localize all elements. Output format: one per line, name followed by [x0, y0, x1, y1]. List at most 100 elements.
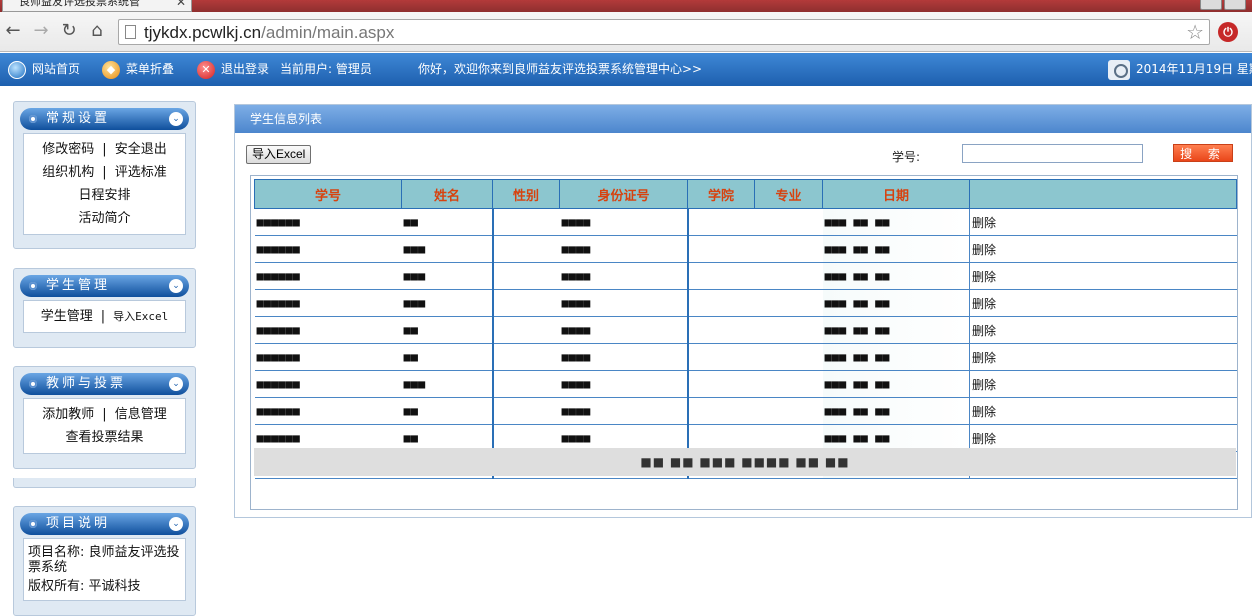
- cell-id: ■■■■■■: [254, 289, 402, 317]
- cell-idno: ■■■■: [559, 370, 689, 398]
- general-settings-panel: 常规设置 ⌄ 修改密码 | 安全退出 组织机构 | 评选标准 日程安排 活动简介: [13, 101, 196, 249]
- cell-major: [754, 235, 823, 263]
- org-link[interactable]: 组织机构: [42, 165, 94, 180]
- cell-idno: ■■■■: [559, 262, 689, 290]
- delete-link[interactable]: 删除: [969, 208, 1237, 236]
- table-row: ■■■■■■ ■■ ■■■■ ■■■ ■■ ■■ 删除: [254, 343, 1237, 371]
- close-tab-icon[interactable]: ✕: [176, 0, 186, 11]
- page-icon: [125, 25, 136, 39]
- delete-link[interactable]: 删除: [969, 316, 1237, 344]
- cell-date: ■■■ ■■ ■■: [822, 262, 970, 290]
- schedule-link[interactable]: 日程安排: [78, 188, 130, 203]
- cell-gender: [492, 262, 560, 290]
- cell-college: [687, 235, 755, 263]
- extension-power-icon[interactable]: ⏻: [1218, 22, 1238, 42]
- cell-id: ■■■■■■: [254, 262, 402, 290]
- pagination-bar: ■■ ■■ ■■■ ■■■■ ■■ ■■: [254, 448, 1236, 476]
- date-text: 2014年11月19日 星期: [1136, 62, 1252, 76]
- cell-major: [754, 208, 823, 236]
- col-header-gender: 性别: [492, 179, 560, 209]
- bookmark-star-icon[interactable]: ☆: [1186, 20, 1204, 44]
- cell-idno: ■■■■: [559, 208, 689, 236]
- collapse-chevron-icon[interactable]: ⌄: [169, 279, 183, 293]
- cell-id: ■■■■■■: [254, 235, 402, 263]
- browser-tab[interactable]: 良师益友评选投票系统管 ✕: [2, 0, 192, 12]
- cell-date: ■■■ ■■ ■■: [822, 316, 970, 344]
- delete-link[interactable]: 删除: [969, 397, 1237, 425]
- delete-link[interactable]: 删除: [969, 262, 1237, 290]
- cell-idno: ■■■■: [559, 316, 689, 344]
- cell-college: [687, 316, 755, 344]
- window-controls: [1200, 0, 1246, 10]
- delete-link[interactable]: 删除: [969, 370, 1237, 398]
- cell-id: ■■■■■■: [254, 343, 402, 371]
- import-excel-link[interactable]: 导入Excel: [113, 310, 168, 323]
- general-settings-header[interactable]: 常规设置 ⌄: [20, 108, 189, 130]
- col-header-college: 学院: [687, 179, 755, 209]
- delete-link[interactable]: 删除: [969, 235, 1237, 263]
- col-header-id-number: 身份证号: [559, 179, 688, 209]
- url-text[interactable]: tjykdx.pcwlkj.cn/admin/main.aspx: [144, 23, 394, 43]
- teachers-voting-title: 教师与投票: [46, 376, 127, 391]
- table-row: ■■■■■■ ■■ ■■■■ ■■■ ■■ ■■ 删除: [254, 208, 1237, 236]
- cell-id: ■■■■■■: [254, 208, 402, 236]
- general-settings-title: 常规设置: [46, 111, 111, 126]
- cell-gender: [492, 316, 560, 344]
- cell-gender: [492, 370, 560, 398]
- cell-idno: ■■■■: [559, 289, 689, 317]
- browser-toolbar: ← → ↻ ⌂ tjykdx.pcwlkj.cn/admin/main.aspx…: [0, 12, 1252, 52]
- cell-major: [754, 343, 823, 371]
- student-manage-link[interactable]: 学生管理: [41, 309, 93, 324]
- info-manage-link[interactable]: 信息管理: [115, 407, 167, 422]
- cell-name: ■■: [401, 397, 494, 425]
- teachers-voting-header[interactable]: 教师与投票 ⌄: [20, 373, 189, 395]
- logout-label: 退出登录: [221, 62, 270, 76]
- forward-arrow-icon[interactable]: →: [30, 20, 52, 42]
- criteria-link[interactable]: 评选标准: [115, 165, 167, 180]
- project-name-text: 项目名称: 良师益友评选投票系统: [28, 545, 180, 575]
- delete-link[interactable]: 删除: [969, 343, 1237, 371]
- search-button[interactable]: 搜 索: [1173, 144, 1233, 162]
- collapse-chevron-icon[interactable]: ⌄: [169, 517, 183, 531]
- student-management-header[interactable]: 学生管理 ⌄: [20, 275, 189, 297]
- sidebar-spacer: [13, 478, 196, 488]
- cell-major: [754, 262, 823, 290]
- safe-exit-link[interactable]: 安全退出: [115, 142, 167, 157]
- project-info-header[interactable]: 项目说明 ⌄: [20, 513, 189, 535]
- fold-menu-label: 菜单折叠: [126, 62, 175, 76]
- cell-major: [754, 397, 823, 425]
- reload-icon[interactable]: ↻: [58, 20, 80, 42]
- cell-date: ■■■ ■■ ■■: [822, 235, 970, 263]
- cell-date: ■■■ ■■ ■■: [822, 370, 970, 398]
- student-id-input[interactable]: [962, 144, 1143, 163]
- import-excel-button[interactable]: 导入Excel: [246, 145, 312, 164]
- student-list-title: 学生信息列表: [235, 105, 1251, 133]
- cell-id: ■■■■■■: [254, 397, 402, 425]
- cell-name: ■■■: [401, 289, 494, 317]
- url-path: /admin/main.aspx: [261, 23, 395, 42]
- student-management-panel: 学生管理 ⌄ 学生管理 | 导入Excel: [13, 268, 196, 348]
- about-link[interactable]: 活动简介: [78, 211, 130, 226]
- maximize-window-button[interactable]: [1224, 0, 1246, 10]
- add-teacher-link[interactable]: 添加教师: [42, 407, 94, 422]
- home-link[interactable]: 网站首页: [8, 53, 80, 86]
- address-bar[interactable]: tjykdx.pcwlkj.cn/admin/main.aspx ☆: [118, 19, 1210, 45]
- cell-gender: [492, 397, 560, 425]
- delete-link[interactable]: 删除: [969, 289, 1237, 317]
- collapse-chevron-icon[interactable]: ⌄: [169, 377, 183, 391]
- fold-menu-link[interactable]: ◆ 菜单折叠: [102, 53, 174, 86]
- logout-link[interactable]: ✕ 退出登录: [197, 53, 269, 86]
- cell-gender: [492, 289, 560, 317]
- cell-college: [687, 343, 755, 371]
- minimize-window-button[interactable]: [1200, 0, 1222, 10]
- collapse-chevron-icon[interactable]: ⌄: [169, 112, 183, 126]
- back-arrow-icon[interactable]: ←: [2, 20, 24, 42]
- view-results-link[interactable]: 查看投票结果: [65, 430, 143, 445]
- change-password-link[interactable]: 修改密码: [42, 142, 94, 157]
- cell-college: [687, 208, 755, 236]
- cell-date: ■■■ ■■ ■■: [822, 343, 970, 371]
- cell-major: [754, 370, 823, 398]
- cell-college: [687, 370, 755, 398]
- cell-name: ■■■: [401, 262, 494, 290]
- home-icon[interactable]: ⌂: [86, 20, 108, 42]
